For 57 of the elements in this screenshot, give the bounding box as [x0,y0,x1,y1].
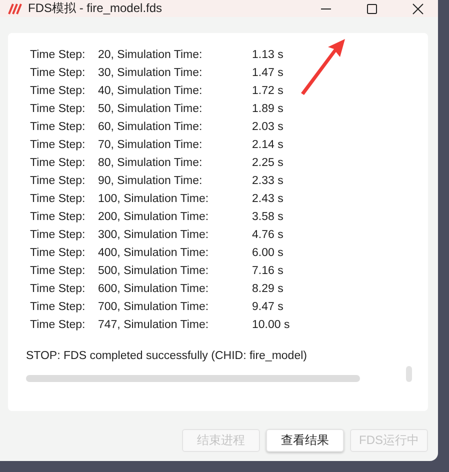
log-time: 2.33 s [251,174,284,189]
maximize-icon[interactable] [366,2,378,14]
log-status-line: STOP: FDS completed successfully (CHID: fire_model) [26,350,308,362]
log-label: Time Step: [30,282,86,297]
log-step: 747, Simulation Time: [98,316,232,334]
log-step: 100, Simulation Time: [98,190,232,208]
log-time: 2.03 s [251,120,284,135]
log-label: Time Step: [30,192,86,207]
log-time: 6.00 s [251,246,284,261]
action-button[interactable]: 查看结果 [266,429,344,452]
log-time: 7.16 s [251,264,284,279]
log-step: 400, Simulation Time: [98,244,232,262]
log-label: Time Step: [30,138,86,153]
log-label: Time Step: [30,300,86,315]
log-time: 1.89 s [251,102,284,117]
log-time: 8.29 s [251,282,284,297]
log-label: Time Step: [30,156,86,171]
close-icon[interactable] [412,2,424,14]
log-time: 2.14 s [251,138,284,153]
log-step: 80, Simulation Time: [98,154,232,172]
log-step: 60, Simulation Time: [98,118,232,136]
log-step: 40, Simulation Time: [98,82,232,100]
window-title: FDS模拟 - fire_model.fds [28,0,162,17]
log-label: Time Step: [30,66,86,81]
log-step: 200, Simulation Time: [98,208,232,226]
log-time: 3.58 s [251,210,284,225]
log-time: 1.72 s [251,84,284,99]
log-label: Time Step: [30,318,86,333]
vertical-scrollbar[interactable] [406,366,412,382]
log-time: 9.47 s [251,300,284,315]
log-time: 4.76 s [251,228,284,243]
log-step: 30, Simulation Time: [98,64,232,82]
log-step: 90, Simulation Time: [98,172,232,190]
log-label: Time Step: [30,246,86,261]
horizontal-scrollbar[interactable] [26,374,360,382]
log-label: Time Step: [30,102,86,117]
log-step: 50, Simulation Time: [98,100,232,118]
log-step: 600, Simulation Time: [98,280,232,298]
annotation-arrow [298,37,348,97]
log-time: 10.00 s [251,318,291,333]
log-step: 300, Simulation Time: [98,226,232,244]
log-step: 20, Simulation Time: [98,46,232,64]
log-label: Time Step: [30,48,86,63]
log-time: 1.47 s [251,66,284,81]
log-label: Time Step: [30,174,86,189]
log-label: Time Step: [30,210,86,225]
log-step: 500, Simulation Time: [98,262,232,280]
log-label: Time Step: [30,264,86,279]
log-time: 2.43 s [251,192,284,207]
log-label: Time Step: [30,120,86,135]
log-time: 2.25 s [251,156,284,171]
app-logo-icon [8,2,22,14]
log-step: 70, Simulation Time: [98,136,232,154]
log-label: Time Step: [30,228,86,243]
log-step: 700, Simulation Time: [98,298,232,316]
log-time: 1.13 s [251,48,284,63]
log-label: Time Step: [30,84,86,99]
